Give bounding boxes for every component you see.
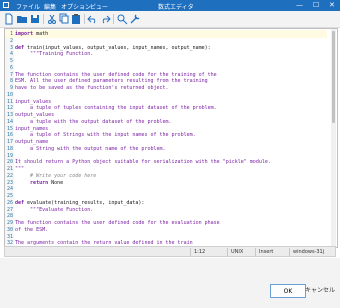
cursor-position: 1:12 xyxy=(190,248,224,256)
save-icon[interactable] xyxy=(29,13,41,25)
close-button[interactable]: ✕ xyxy=(329,1,335,9)
copy-icon[interactable] xyxy=(58,13,70,25)
redo-icon[interactable] xyxy=(99,13,111,25)
dialog-footer: OK キャンセル xyxy=(0,258,340,308)
menu-view[interactable]: ビュー xyxy=(90,2,108,11)
menu-edit[interactable]: 編集 xyxy=(44,2,56,11)
menu-file[interactable]: ファイル xyxy=(16,2,40,11)
cut-icon[interactable] xyxy=(46,13,58,25)
code-editor[interactable]: 1 import math 2 3 def train(input_values, ou… xyxy=(4,28,338,248)
app-icon xyxy=(3,2,9,8)
cancel-button[interactable]: キャンセル xyxy=(304,284,336,298)
vertical-scrollbar[interactable] xyxy=(331,29,336,247)
find-icon[interactable] xyxy=(116,13,128,25)
new-file-icon[interactable] xyxy=(3,13,15,25)
window-title: 数式エディタ xyxy=(158,4,194,11)
undo-icon[interactable] xyxy=(87,13,99,25)
edit-mode: Insert xyxy=(255,248,289,256)
status-bar: 1:12 UNIX Insert windows-31j xyxy=(4,246,336,257)
maximize-button[interactable]: ☐ xyxy=(313,1,319,9)
minimize-button[interactable]: — xyxy=(296,1,303,9)
title-bar: ファイル 編集 オプション ビュー 数式エディタ — ☐ ✕ xyxy=(0,0,340,11)
toolbar xyxy=(0,11,340,28)
open-folder-icon[interactable] xyxy=(16,13,28,25)
tools-icon[interactable] xyxy=(129,13,141,25)
paste-icon[interactable] xyxy=(70,13,82,25)
scrollbar-thumb[interactable] xyxy=(332,31,335,123)
menu-options[interactable]: オプション xyxy=(61,2,91,11)
encoding: windows-31j xyxy=(289,248,335,256)
ok-button[interactable]: OK xyxy=(270,284,306,298)
